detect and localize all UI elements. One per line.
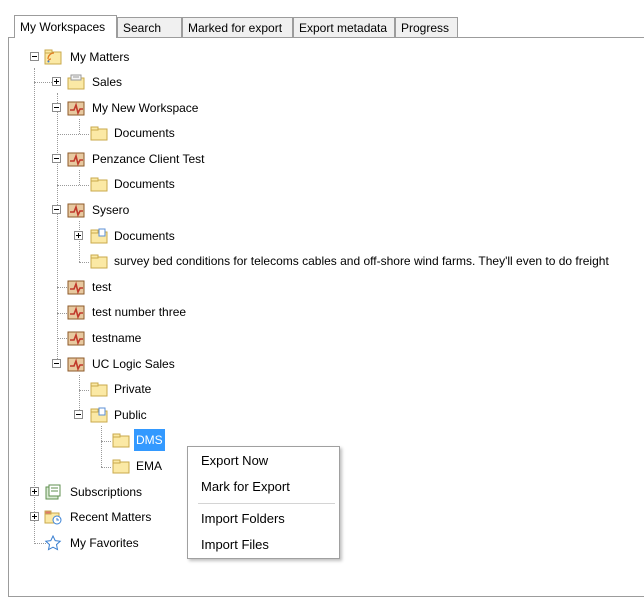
folder-icon (112, 433, 130, 448)
tab-search[interactable]: Search (117, 17, 182, 37)
folder-icon (112, 459, 130, 474)
star-icon (44, 535, 62, 551)
tree-connector (57, 287, 67, 288)
menu-item-mark-for-export[interactable]: Mark for Export (201, 475, 290, 499)
menu-item-import-folders[interactable]: Import Folders (201, 507, 285, 531)
tree-node-label: testname (92, 331, 142, 345)
tree-connector (79, 119, 80, 134)
tree-connector (79, 221, 80, 262)
matter-icon (67, 101, 85, 116)
expand-toggle[interactable] (30, 487, 39, 496)
tree-connector (101, 467, 111, 468)
recent-matters-icon (44, 510, 62, 525)
matter-icon (67, 203, 85, 218)
tree-connector (57, 185, 89, 186)
expand-toggle[interactable] (30, 512, 39, 521)
tree-node-label: Penzance Client Test (92, 152, 205, 166)
folder-icon (90, 254, 108, 269)
tree-node-label: Private (114, 382, 152, 396)
tree-node-label: My New Workspace (92, 101, 199, 115)
collapse-toggle[interactable] (52, 103, 61, 112)
archive-folder-icon (67, 74, 85, 90)
tree-node-label: Subscriptions (70, 485, 143, 499)
tab-marked-for-export[interactable]: Marked for export (182, 17, 293, 37)
subscriptions-icon (45, 484, 61, 500)
tree-node-label: UC Logic Sales (92, 357, 175, 371)
tree-connector (57, 134, 89, 135)
tree-node-label: Sysero (92, 203, 130, 217)
menu-item-export-now[interactable]: Export Now (201, 449, 268, 473)
documents-folder-icon (90, 228, 108, 244)
tree-node-label: Public (114, 408, 147, 422)
tab-export-metadata[interactable]: Export metadata (293, 17, 395, 37)
tree-node-label: Documents (114, 229, 175, 243)
collapse-toggle[interactable] (74, 410, 83, 419)
expand-toggle[interactable] (74, 231, 83, 240)
tree-connector (79, 262, 89, 263)
tree-connector (79, 390, 89, 391)
tree-node-label: Documents (114, 126, 175, 140)
menu-item-import-files[interactable]: Import Files (201, 533, 269, 557)
folder-icon (90, 177, 108, 192)
feed-folder-icon (44, 49, 62, 65)
tab-progress[interactable]: Progress (395, 17, 458, 37)
tree-connector (34, 68, 35, 544)
matter-icon (67, 357, 85, 372)
tab-my-workspaces[interactable]: My Workspaces (14, 15, 117, 38)
matter-icon (67, 280, 85, 295)
tree-node-label: EMA (136, 459, 163, 473)
tree-connector (101, 441, 111, 442)
tree-node-label: survey bed conditions for telecoms cable… (114, 254, 609, 268)
tree-node-label: Sales (92, 75, 123, 89)
folder-icon (90, 126, 108, 141)
tree-node-label: My Favorites (70, 536, 139, 550)
tree-connector (57, 338, 67, 339)
folder-icon (90, 382, 108, 397)
tree-connector (57, 313, 67, 314)
tree-node-label: My Matters (70, 50, 130, 64)
menu-separator (198, 503, 335, 504)
matter-icon (67, 305, 85, 320)
context-menu: Export Now Mark for Export Import Folder… (187, 446, 340, 559)
tree-node-label: DMS (134, 429, 165, 451)
tree-connector (79, 170, 80, 185)
expand-toggle[interactable] (52, 77, 61, 86)
collapse-toggle[interactable] (52, 154, 61, 163)
tree-connector (34, 82, 52, 83)
collapse-toggle[interactable] (30, 52, 39, 61)
documents-folder-icon (90, 407, 108, 423)
matter-icon (67, 152, 85, 167)
tree-node-label: Recent Matters (70, 510, 152, 524)
tree-node-label: test number three (92, 305, 187, 319)
tree-connector (101, 426, 102, 467)
matter-icon (67, 331, 85, 346)
collapse-toggle[interactable] (52, 359, 61, 368)
tree-node-label: test (92, 280, 112, 294)
tree-node-label: Documents (114, 177, 175, 191)
collapse-toggle[interactable] (52, 205, 61, 214)
